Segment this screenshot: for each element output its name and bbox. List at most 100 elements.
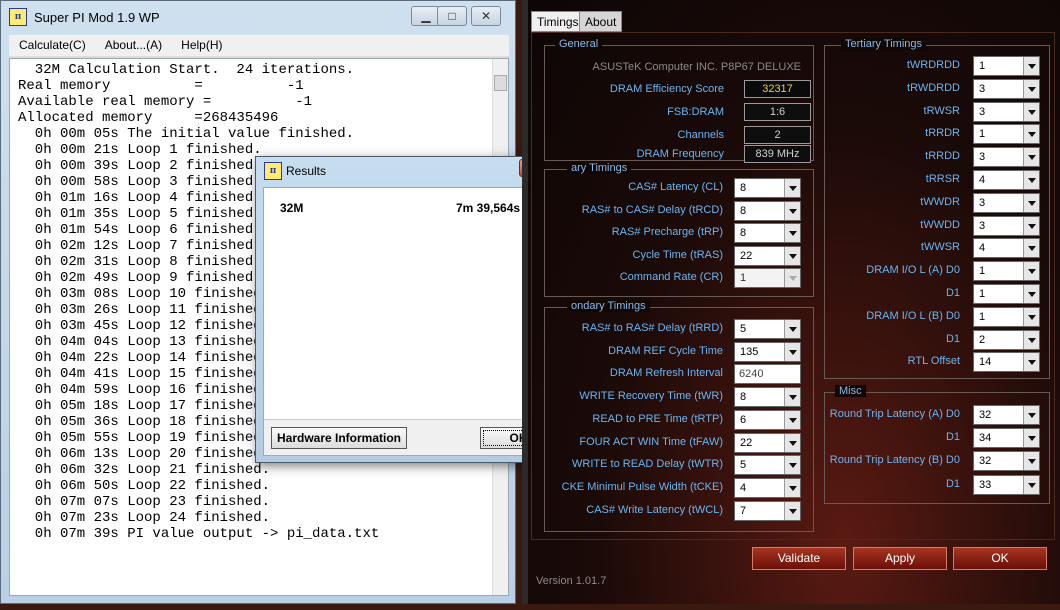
- primary-timing-select[interactable]: 8: [734, 223, 801, 243]
- primary-timing-label: RAS# to CAS# Delay (tRCD): [581, 203, 723, 216]
- chevron-down-icon[interactable]: [784, 246, 800, 265]
- tab-timings[interactable]: Timings: [531, 11, 585, 32]
- tab-about[interactable]: About: [579, 11, 623, 32]
- tertiary-timing-select[interactable]: 14: [973, 352, 1040, 373]
- output-line: 32M Calculation Start. 24 iterations.: [18, 62, 355, 78]
- close-icon: ✕: [480, 9, 492, 23]
- primary-timing-select[interactable]: 8: [734, 178, 801, 198]
- chevron-down-icon[interactable]: [784, 478, 800, 497]
- tertiary-timing-select[interactable]: 4: [973, 170, 1040, 190]
- tertiary-timing-select[interactable]: 4: [973, 238, 1040, 259]
- chevron-down-icon[interactable]: [1023, 285, 1039, 303]
- chevron-down-icon[interactable]: [784, 342, 800, 361]
- secondary-timing-input[interactable]: 6240: [734, 364, 801, 385]
- tertiary-timing-select[interactable]: 3: [973, 215, 1040, 236]
- tertiary-timing-select[interactable]: 1: [973, 261, 1040, 282]
- superpi-titlebar[interactable]: π Super PI Mod 1.9 WP ▁ □ ✕: [1, 1, 515, 33]
- chevron-down-icon[interactable]: [784, 224, 800, 242]
- secondary-timing-label: DRAM REF Cycle Time: [608, 344, 723, 357]
- chevron-down-icon[interactable]: [784, 320, 800, 338]
- chevron-down-icon[interactable]: [1023, 79, 1039, 98]
- general-title: General: [555, 38, 603, 50]
- menu-help[interactable]: Help(H): [171, 35, 228, 52]
- chevron-down-icon[interactable]: [784, 501, 800, 520]
- chevron-down-icon[interactable]: [1023, 193, 1039, 212]
- chevron-down-icon[interactable]: [784, 433, 800, 452]
- menu-calculate[interactable]: Calculate(C): [9, 35, 92, 52]
- secondary-timing-select[interactable]: 22: [734, 432, 801, 453]
- primary-timing-select[interactable]: 1: [734, 268, 801, 288]
- secondary-timing-select[interactable]: 7: [734, 500, 801, 521]
- secondary-timing-label: RAS# to RAS# Delay (tRRD): [581, 322, 723, 334]
- tertiary-timing-select[interactable]: 1: [973, 306, 1040, 327]
- close-button[interactable]: ✕: [471, 6, 501, 26]
- chevron-down-icon[interactable]: [1023, 216, 1039, 235]
- output-line: 0h 06m 32s Loop 21 finished.: [18, 462, 271, 478]
- chevron-down-icon[interactable]: [784, 410, 800, 429]
- primary-timings-title: ary Timings: [567, 162, 632, 174]
- tertiary-timing-select[interactable]: 3: [973, 147, 1040, 168]
- misc-timing-value: 32: [979, 409, 992, 421]
- tertiary-timing-select[interactable]: 2: [973, 329, 1040, 350]
- chevron-down-icon[interactable]: [1023, 429, 1039, 448]
- validate-button[interactable]: Validate: [752, 547, 846, 570]
- misc-timing-select[interactable]: 33: [973, 474, 1040, 495]
- tertiary-timing-select[interactable]: 1: [973, 284, 1040, 304]
- menu-about[interactable]: About...(A): [95, 35, 168, 52]
- secondary-timings-title: ondary Timings: [567, 300, 650, 312]
- chevron-down-icon[interactable]: [1023, 125, 1039, 144]
- tertiary-timing-label: tWRDRDD: [906, 59, 960, 71]
- secondary-timing-value: 5: [740, 323, 747, 335]
- chevron-down-icon[interactable]: [1023, 57, 1039, 75]
- chevron-down-icon[interactable]: [1023, 475, 1039, 494]
- secondary-timing-select[interactable]: 8: [734, 387, 801, 408]
- general-group: General ASUSTeK Computer INC. P8P67 DELU…: [544, 38, 814, 163]
- misc-timing-label: D1: [945, 477, 960, 490]
- secondary-timing-select[interactable]: 5: [734, 455, 801, 476]
- chevron-down-icon[interactable]: [1023, 406, 1039, 424]
- misc-timing-select[interactable]: 34: [973, 428, 1040, 449]
- version-label: Version 1.01.7: [536, 575, 607, 587]
- scrollbar-thumb[interactable]: [494, 75, 507, 91]
- apply-button[interactable]: Apply: [853, 547, 947, 570]
- chevron-down-icon[interactable]: [784, 456, 800, 475]
- minimize-icon: ▁: [421, 9, 431, 23]
- misc-timing-select[interactable]: 32: [973, 405, 1040, 425]
- chevron-down-icon[interactable]: [784, 201, 800, 220]
- chevron-down-icon[interactable]: [784, 388, 800, 407]
- hardware-information-button[interactable]: Hardware Information: [271, 427, 407, 449]
- secondary-timing-select[interactable]: 5: [734, 319, 801, 339]
- misc-timing-label: D1: [945, 431, 960, 444]
- tertiary-timing-select[interactable]: 3: [973, 101, 1040, 122]
- chevron-down-icon[interactable]: [1023, 353, 1039, 372]
- tertiary-timing-select[interactable]: 3: [973, 78, 1040, 99]
- chevron-down-icon[interactable]: [1023, 452, 1039, 471]
- chevron-down-icon[interactable]: [1023, 330, 1039, 349]
- primary-timing-select[interactable]: 22: [734, 245, 801, 266]
- secondary-timing-select[interactable]: 4: [734, 477, 801, 498]
- tertiary-timing-select[interactable]: 1: [973, 124, 1040, 145]
- chevron-down-icon[interactable]: [1023, 307, 1039, 326]
- tertiary-timing-select[interactable]: 1: [973, 56, 1040, 76]
- chevron-down-icon[interactable]: [1023, 239, 1039, 258]
- chevron-down-icon[interactable]: [1023, 262, 1039, 281]
- chevron-down-icon[interactable]: [1023, 102, 1039, 121]
- tertiary-timing-label: D1: [945, 332, 960, 345]
- primary-timing-select[interactable]: 8: [734, 200, 801, 221]
- misc-timing-select[interactable]: 32: [973, 451, 1040, 472]
- secondary-timing-select[interactable]: 6: [734, 409, 801, 430]
- efficiency-label: DRAM Efficiency Score: [609, 83, 724, 95]
- chevron-down-icon[interactable]: [784, 179, 800, 197]
- timings-panel: General ASUSTeK Computer INC. P8P67 DELU…: [531, 32, 1055, 540]
- maximize-button[interactable]: □: [437, 6, 467, 26]
- tertiary-timing-select[interactable]: 3: [973, 192, 1040, 213]
- secondary-timing-label: CAS# Write Latency (tWCL): [586, 503, 723, 516]
- chevron-down-icon[interactable]: [784, 269, 800, 287]
- primary-timings-group: ary Timings CAS# Latency (CL) 8 RAS# to CA…: [544, 162, 814, 297]
- ok-button[interactable]: OK: [953, 547, 1047, 570]
- misc-timing-value: 33: [979, 478, 992, 491]
- chevron-down-icon[interactable]: [1023, 148, 1039, 167]
- chevron-down-icon[interactable]: [1023, 171, 1039, 189]
- secondary-timing-select[interactable]: 135: [734, 341, 801, 362]
- primary-timing-value: 8: [740, 182, 747, 194]
